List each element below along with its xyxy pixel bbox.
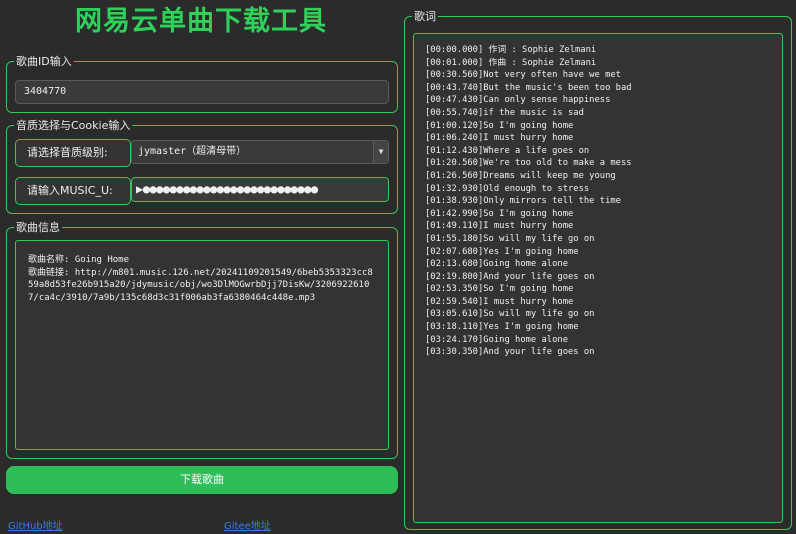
song-id-group: 歌曲ID输入 3404770 [6,55,398,113]
github-link[interactable]: GitHub地址 [8,517,63,532]
song-info-textarea[interactable]: 歌曲名称: Going Home 歌曲链接: http://m801.music… [15,240,389,450]
chevron-down-icon[interactable]: ▼ [373,141,388,163]
download-song-button[interactable]: 下载歌曲 [6,466,398,494]
lyric-line: [01:00.120]So I'm going home [425,120,574,131]
song-id-input[interactable]: 3404770 [15,80,389,104]
lyric-line: [02:07.680]Yes I'm going home [425,246,579,257]
lyric-line: [00:30.560]Not very often have we met [425,70,621,81]
lyric-line: [01:49.110]I must hurry home [425,221,574,232]
quality-cookie-group-title: 音质选择与Cookie输入 [14,119,133,132]
lyric-line: [02:53.350]So I'm going home [425,284,574,295]
quality-level-selected-value: jymaster（超清母带） [138,146,247,157]
lyric-line: [01:12.430]Where a life goes on [425,145,590,156]
lyric-line: [01:42.990]So I'm going home [425,208,574,219]
quality-cookie-group: 音质选择与Cookie输入 请选择音质级别: jymaster（超清母带） ▼ … [6,119,398,214]
lyric-line: [02:19.800]And your life goes on [425,271,595,282]
lyric-line: [03:18.110]Yes I'm going home [425,322,579,333]
quality-level-select[interactable]: jymaster（超清母带） ▼ [131,140,389,164]
lyric-line: [00:43.740]But the music's been too bad [425,82,632,93]
song-info-group-title: 歌曲信息 [14,221,62,234]
lyric-line: [01:26.560]Dreams will keep me young [425,170,616,181]
gitee-link[interactable]: Gitee地址 [224,517,271,532]
lyric-line: [01:20.560]We're too old to make a mess [425,158,632,169]
lyric-line: [03:30.350]And your life goes on [425,347,595,358]
lyrics-group-title: 歌词 [412,10,438,23]
song-id-group-title: 歌曲ID输入 [14,55,74,68]
lyric-line: [02:13.680]Going home alone [425,259,568,270]
lyrics-group: 歌词 [00:00.000] 作词 : Sophie Zelmani [00:0… [404,10,792,530]
song-info-group: 歌曲信息 歌曲名称: Going Home 歌曲链接: http://m801.… [6,221,398,459]
quality-level-label: 请选择音质级别: [15,139,131,167]
lyric-line: [01:38.930]Only mirrors tell the time [425,196,621,207]
lyric-line: [00:01.000] 作曲 : Sophie Zelmani [425,57,597,68]
lyric-line: [00:47.430]Can only sense happiness [425,95,611,106]
lyric-line: [03:24.170]Going home alone [425,334,568,345]
app-title: 网易云单曲下载工具 [75,6,327,37]
music-u-input[interactable]: ▶●●●●●●●●●●●●●●●●●●●●●●●●●● [131,177,389,202]
lyric-line: [02:59.540]I must hurry home [425,296,574,307]
lyric-line: [00:55.740]if the music is sad [425,107,584,118]
music-u-label: 请输入MUSIC_U: [15,177,131,205]
lyric-line: [00:00.000] 作词 : Sophie Zelmani [425,45,597,55]
lyric-line: [01:06.240]I must hurry home [425,133,574,144]
lyrics-textarea[interactable]: [00:00.000] 作词 : Sophie Zelmani [00:01.0… [413,33,783,523]
lyric-line: [01:55.180]So will my life go on [425,233,595,244]
lyric-line: [03:05.610]So will my life go on [425,309,595,320]
lyric-line: [01:32.930]Old enough to stress [425,183,590,194]
